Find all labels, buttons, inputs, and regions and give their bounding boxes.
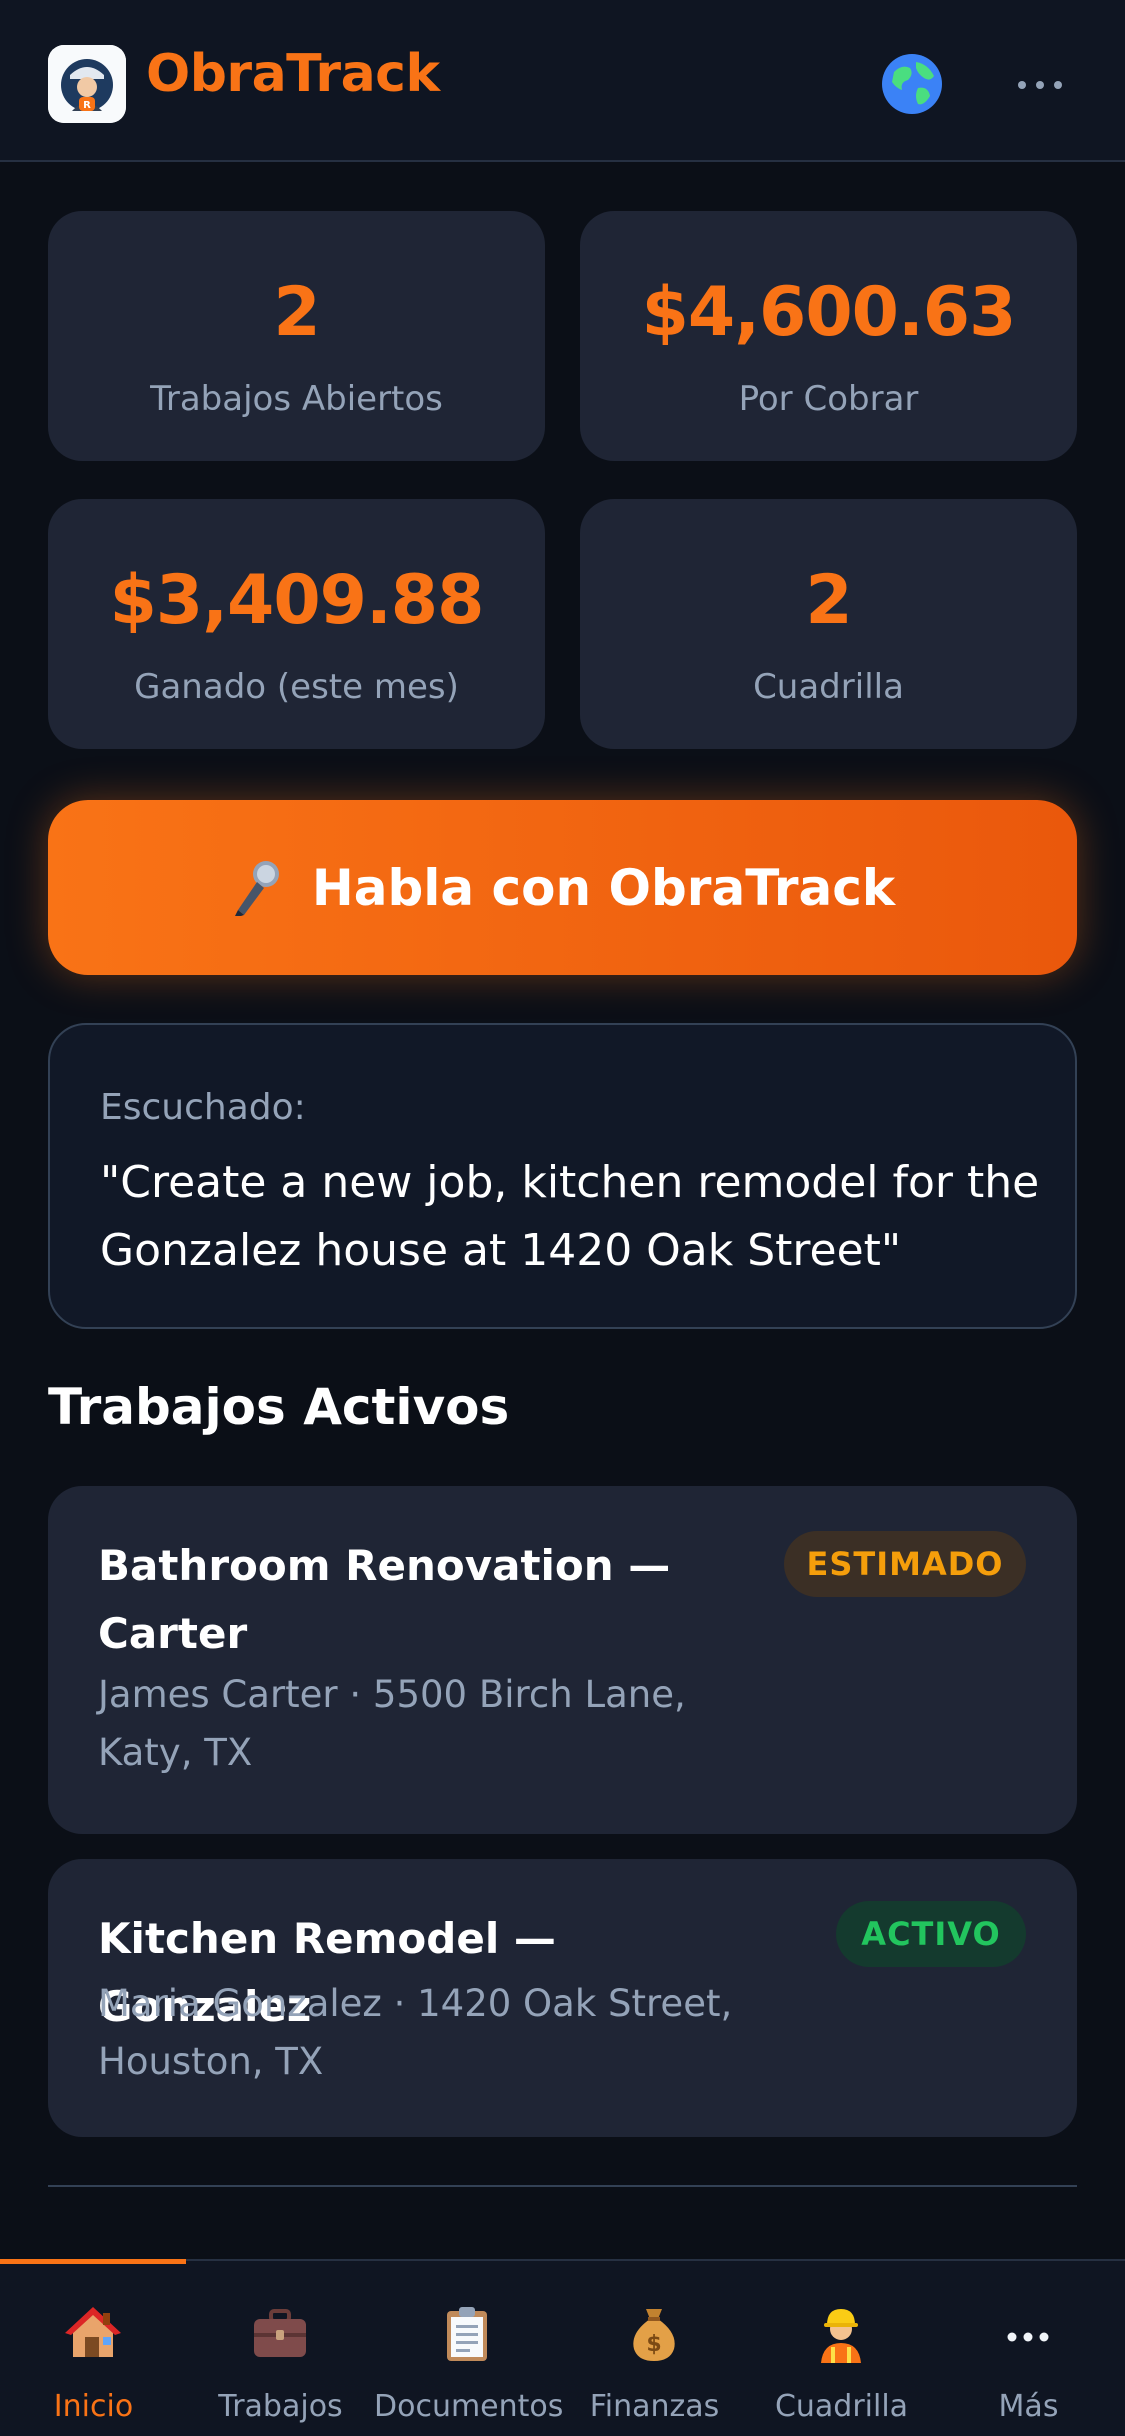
stat-value: 2 — [273, 273, 320, 352]
stat-card-receivable[interactable]: $4,600.63 Por Cobrar — [580, 211, 1077, 461]
nav-label: Finanzas — [589, 2389, 720, 2424]
svg-text:R: R — [83, 100, 91, 111]
money-bag-icon: $ — [633, 2309, 675, 2361]
app-header: R ObraTrack — [0, 0, 1125, 162]
dot — [1018, 81, 1026, 89]
stat-label: Ganado (este mes) — [134, 667, 459, 707]
svg-text:$: $ — [646, 2332, 661, 2357]
job-title: Bathroom Renovation — Carter — [98, 1541, 671, 1658]
app-title: ObraTrack — [146, 44, 440, 104]
dot — [1036, 81, 1044, 89]
heard-caption: Escuchado: — [100, 1087, 306, 1128]
stat-label: Trabajos Abiertos — [150, 379, 443, 419]
status-badge: ESTIMADO — [784, 1531, 1026, 1597]
stat-label: Cuadrilla — [753, 667, 904, 707]
nav-label: Cuadrilla — [774, 2389, 909, 2424]
nav-item-finanzas[interactable]: $ Finanzas — [561, 2261, 748, 2436]
heard-transcript-box: Escuchado: "Create a new job, kitchen re… — [48, 1023, 1077, 1329]
stat-label: Por Cobrar — [738, 379, 919, 419]
dot — [1054, 81, 1062, 89]
nav-label: Más — [998, 2389, 1059, 2424]
bottom-nav: Inicio Trabajos Documentos $ Finanzas Cu… — [0, 2259, 1125, 2436]
nav-item-mas[interactable]: Más — [935, 2261, 1122, 2436]
globe-icon[interactable] — [880, 52, 944, 116]
section-title-active-jobs: Trabajos Activos — [48, 1378, 510, 1436]
divider — [48, 2185, 1077, 2187]
stat-value: 2 — [805, 561, 852, 640]
nav-item-cuadrilla[interactable]: Cuadrilla — [748, 2261, 935, 2436]
stat-value: $4,600.63 — [641, 273, 1017, 352]
construction-worker-icon — [821, 2309, 861, 2363]
job-card[interactable]: Kitchen Remodel — Gonzalez Maria Gonzale… — [48, 1859, 1077, 2137]
briefcase-icon — [254, 2309, 306, 2357]
talk-to-obratrack-button[interactable]: Habla con ObraTrack — [48, 800, 1077, 975]
nav-item-trabajos[interactable]: Trabajos — [187, 2261, 374, 2436]
nav-label: Inicio — [53, 2389, 134, 2424]
status-badge: ACTIVO — [836, 1901, 1026, 1967]
microphone-icon — [234, 860, 279, 916]
stat-card-open-jobs[interactable]: 2 Trabajos Abiertos — [48, 211, 545, 461]
house-icon — [65, 2307, 121, 2357]
nav-item-documentos[interactable]: Documentos — [374, 2261, 564, 2436]
nav-item-inicio[interactable]: Inicio — [0, 2261, 187, 2436]
job-meta: Maria Gonzalez · 1420 Oak Street, Housto… — [98, 1982, 733, 2083]
nav-label: Trabajos — [218, 2389, 343, 2424]
nav-label: Documentos — [374, 2389, 564, 2424]
app-logo[interactable]: R — [48, 45, 126, 123]
job-card[interactable]: Bathroom Renovation — Carter James Carte… — [48, 1486, 1077, 1834]
heard-transcript: "Create a new job, kitchen remodel for t… — [100, 1157, 1040, 1276]
stat-card-crew[interactable]: 2 Cuadrilla — [580, 499, 1077, 749]
stat-value: $3,409.88 — [109, 561, 485, 640]
more-menu-button[interactable] — [1010, 70, 1070, 100]
more-icon — [1007, 2332, 1049, 2342]
app-screen: R ObraTrack 2 Trabajos Abiertos $4,600.6… — [0, 0, 1125, 2436]
clipboard-icon — [447, 2307, 487, 2361]
job-meta: James Carter · 5500 Birch Lane, Katy, TX — [98, 1673, 686, 1774]
stat-card-earned-month[interactable]: $3,409.88 Ganado (este mes) — [48, 499, 545, 749]
talk-button-label: Habla con ObraTrack — [311, 858, 896, 917]
